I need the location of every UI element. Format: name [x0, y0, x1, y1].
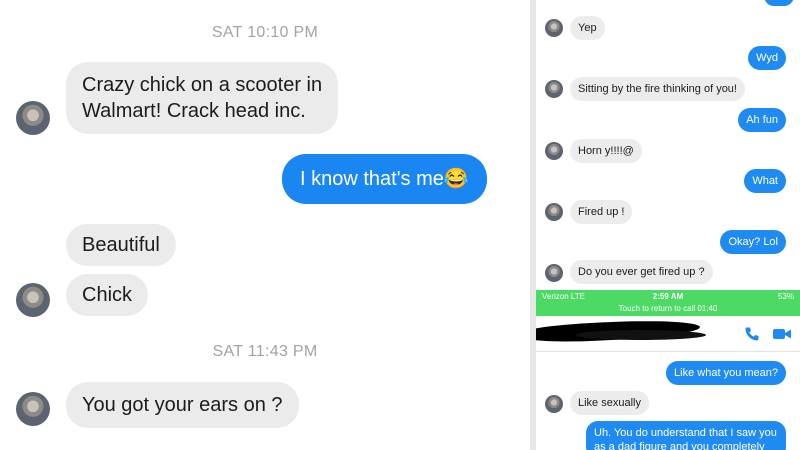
sender-avatar[interactable] — [16, 392, 50, 426]
outgoing-message-bubble[interactable]: What — [744, 169, 786, 193]
timestamp: SAT 11:43 PM — [212, 343, 318, 360]
call-status-bar[interactable]: Verizon LTE 2:59 AM 53% Touch to return … — [536, 290, 800, 316]
sender-avatar[interactable] — [545, 264, 563, 282]
incoming-message-bubble[interactable]: Fired up ! — [570, 200, 633, 224]
outgoing-message-bubble[interactable]: Ah fun — [738, 108, 786, 132]
incoming-message-bubble[interactable]: Horn y!!!!@ — [570, 139, 642, 163]
incoming-message-bubble[interactable]: Sitting by the fire thinking of you! — [570, 77, 745, 101]
phone-icon[interactable] — [744, 326, 760, 346]
video-icon[interactable] — [772, 326, 792, 346]
outgoing-message-bubble[interactable]: Like what you mean? — [666, 361, 786, 385]
battery-level: 53% — [777, 292, 794, 301]
sender-avatar[interactable] — [545, 142, 563, 160]
redaction-mark — [576, 330, 706, 340]
message-text-line: Walmart! Crack head inc. — [82, 100, 306, 122]
outgoing-message-bubble[interactable]: Okay? Lol — [720, 230, 786, 254]
timestamp: SAT 10:10 PM — [211, 24, 319, 41]
sender-avatar[interactable] — [545, 19, 563, 37]
sender-avatar[interactable] — [545, 203, 563, 221]
status-time: 2:59 AM — [652, 292, 684, 301]
incoming-message-bubble[interactable]: Beautiful — [66, 224, 176, 266]
sender-avatar[interactable] — [16, 283, 50, 317]
sender-avatar[interactable] — [16, 101, 50, 135]
message-text-line: Crazy chick on a scooter in — [82, 74, 323, 96]
outgoing-message-bubble[interactable]: Wyd — [748, 46, 786, 70]
incoming-message-bubble[interactable]: Like sexually — [570, 391, 649, 415]
incoming-message-bubble[interactable]: Crazy chick on a scooter in Walmart! Cra… — [66, 62, 339, 134]
outgoing-message-bubble[interactable]: I know that's me😂 — [282, 154, 487, 204]
chat-header — [536, 316, 800, 352]
outgoing-message-bubble[interactable] — [764, 0, 794, 6]
outgoing-message-bubble[interactable]: Uh. You do understand that I saw you as … — [586, 421, 786, 450]
left-conversation-panel: SAT 10:10 PM Crazy chick on a scooter in… — [0, 0, 530, 450]
right-conversation-panel: Yep Wyd Sitting by the fire thinking of … — [536, 0, 800, 450]
return-to-call-banner[interactable]: Touch to return to call 01:40 — [536, 304, 800, 313]
incoming-message-bubble[interactable]: Chick — [66, 274, 149, 316]
incoming-message-bubble[interactable]: Do you ever get fired up ? — [570, 260, 713, 284]
incoming-message-bubble[interactable]: You got your ears on ? — [66, 382, 299, 428]
sender-avatar[interactable] — [545, 80, 563, 98]
sender-avatar[interactable] — [545, 395, 563, 413]
incoming-message-bubble[interactable]: Yep — [570, 16, 605, 40]
